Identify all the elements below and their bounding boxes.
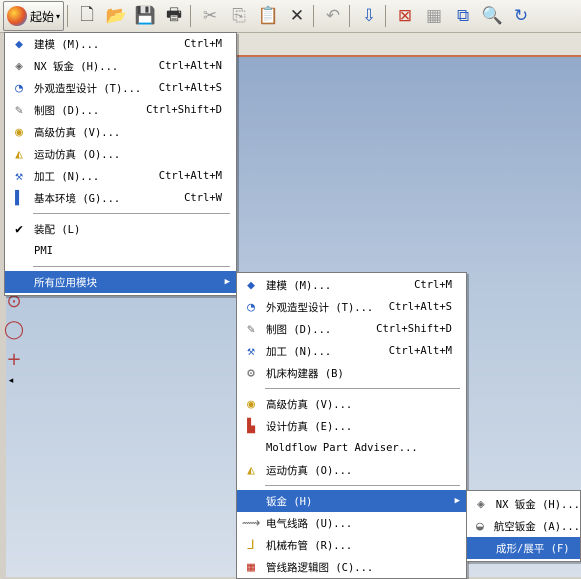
menu-item-electrical-routing[interactable]: ⟿ 电气线路 (U)... (237, 512, 466, 534)
menu-item-shape-studio[interactable]: ◔ 外观造型设计 (T)... Ctrl+Alt+S (5, 77, 236, 99)
menu-separator (265, 485, 460, 486)
menu-item-advanced-simulation[interactable]: ◉ 高级仿真 (V)... (237, 393, 466, 415)
circle-snap-icon[interactable]: ◯ (3, 318, 25, 340)
crosshair-snap-icon[interactable]: + (3, 348, 25, 370)
nx-sheetmetal-icon: ◈ (476, 496, 485, 512)
mechanical-routing-icon: ⅃ (247, 537, 255, 553)
new-file-icon[interactable]: 🗋 (74, 3, 100, 29)
start-button[interactable]: 起始 ▾ (3, 1, 65, 31)
selection-icon[interactable]: ⇩ (356, 3, 382, 29)
menu-item-nx-sheetmetal[interactable]: ◈ NX 钣金 (H)... Ctrl+Alt+N (5, 55, 236, 77)
start-menu: ◆ 建模 (M)... Ctrl+M ◈ NX 钣金 (H)... Ctrl+A… (4, 32, 237, 296)
menu-separator (33, 213, 230, 214)
copy-icon[interactable]: ⎘ (226, 3, 252, 29)
all-applications-menu: ◆ 建模 (M)... Ctrl+M ◔ 外观造型设计 (T)... Ctrl+… (236, 272, 467, 579)
print-icon[interactable]: 🖶 (161, 3, 187, 29)
chevron-down-icon: ▾ (56, 11, 61, 21)
menu-separator (265, 388, 460, 389)
rotate-icon[interactable]: ↻ (508, 3, 534, 29)
machine-tool-builder-icon: ⚙ (247, 365, 255, 381)
menu-item-modeling[interactable]: ◆ 建模 (M)... Ctrl+M (5, 33, 236, 55)
motion-simulation-icon: ◭ (15, 146, 23, 162)
menu-item-design-simulation[interactable]: ▙ 设计仿真 (E)... (237, 415, 466, 437)
drafting-icon: ✎ (247, 321, 255, 337)
menu-item-motion-simulation[interactable]: ◭ 运动仿真 (O)... (5, 143, 236, 165)
shape-studio-icon: ◔ (15, 80, 23, 96)
zoom-area-icon[interactable]: ⧉ (450, 3, 476, 29)
menu-item-moldflow[interactable]: Moldflow Part Adviser... (237, 437, 466, 459)
save-icon[interactable]: 💾 (132, 3, 158, 29)
menu-item-drafting[interactable]: ✎ 制图 (D)... Ctrl+Shift+D (237, 318, 466, 340)
undo-icon[interactable]: ↶ (320, 3, 346, 29)
start-label: 起始 (30, 9, 55, 24)
menu-item-advanced-simulation[interactable]: ◉ 高级仿真 (V)... (5, 121, 236, 143)
menu-item-mechanical-routing[interactable]: ⅃ 机械布管 (R)... (237, 534, 466, 556)
toolbar-separator (190, 5, 192, 27)
menu-item-sheetmetal[interactable]: 钣金 (H) ▶ (237, 490, 466, 512)
gateway-icon: ▌ (15, 190, 23, 206)
menu-item-manufacturing[interactable]: ⚒ 加工 (N)... Ctrl+Alt+M (5, 165, 236, 187)
menu-item-nx-sheetmetal[interactable]: ◈ NX 钣金 (H)... (467, 493, 580, 515)
menu-item-shape-studio[interactable]: ◔ 外观造型设计 (T)... Ctrl+Alt+S (237, 296, 466, 318)
delete-icon[interactable]: ✕ (284, 3, 310, 29)
shape-studio-icon: ◔ (247, 299, 255, 315)
manufacturing-icon: ⚒ (15, 168, 23, 184)
aero-sheetmetal-icon: ◒ (475, 518, 484, 534)
nx-logo-icon (7, 6, 27, 26)
snap-toolbar: ⊙ ◯ + ◂ (0, 290, 30, 390)
piping-logic-icon: ▦ (247, 559, 255, 575)
menu-item-manufacturing[interactable]: ⚒ 加工 (N)... Ctrl+Alt+M (237, 340, 466, 362)
sheetmetal-menu: ◈ NX 钣金 (H)... ◒ 航空钣金 (A)... 成形/展平 (F) (466, 490, 581, 562)
design-simulation-icon: ▙ (247, 418, 255, 434)
menu-item-formed-unformed[interactable]: 成形/展平 (F) (467, 537, 580, 559)
toolbar-separator (67, 5, 69, 27)
graphics-window-titlebar (236, 33, 581, 56)
menu-separator (33, 266, 230, 267)
nx-sheetmetal-icon: ◈ (15, 58, 23, 74)
zoom-window-icon[interactable]: ▦ (421, 3, 447, 29)
expand-arrow-icon[interactable]: ◂ (0, 370, 22, 392)
modeling-icon: ◆ (15, 36, 23, 52)
toolbar-separator (313, 5, 315, 27)
submenu-arrow-icon: ▶ (224, 277, 230, 287)
modeling-icon: ◆ (247, 277, 255, 293)
menu-item-all-applications[interactable]: 所有应用模块 ▶ (5, 271, 236, 293)
manufacturing-icon: ⚒ (247, 343, 255, 359)
fit-view-icon[interactable]: ⊠ (392, 3, 418, 29)
menu-item-modeling[interactable]: ◆ 建模 (M)... Ctrl+M (237, 274, 466, 296)
paste-icon[interactable]: 📋 (255, 3, 281, 29)
graphics-window-border (236, 55, 581, 57)
check-icon: ✔ (15, 221, 23, 237)
advanced-simulation-icon: ◉ (247, 396, 255, 412)
menu-item-assemblies[interactable]: ✔ 装配 (L) (5, 218, 236, 240)
menu-item-gateway[interactable]: ▌ 基本环境 (G)... Ctrl+W (5, 187, 236, 209)
menu-item-aero-sheetmetal[interactable]: ◒ 航空钣金 (A)... (467, 515, 580, 537)
menu-item-machine-tool-builder[interactable]: ⚙ 机床构建器 (B) (237, 362, 466, 384)
menu-item-motion-simulation[interactable]: ◭ 运动仿真 (O)... (237, 459, 466, 481)
menu-item-drafting[interactable]: ✎ 制图 (D)... Ctrl+Shift+D (5, 99, 236, 121)
menu-item-piping-logic[interactable]: ▦ 管线路逻辑图 (C)... (237, 556, 466, 578)
zoom-icon[interactable]: 🔍 (479, 3, 505, 29)
toolbar-separator (385, 5, 387, 27)
toolbar-separator (349, 5, 351, 27)
submenu-arrow-icon: ▶ (454, 496, 460, 506)
menu-item-pmi[interactable]: PMI (5, 240, 236, 262)
motion-simulation-icon: ◭ (247, 462, 255, 478)
cut-icon[interactable]: ✂ (197, 3, 223, 29)
drafting-icon: ✎ (15, 102, 23, 118)
open-folder-icon[interactable]: 📂 (103, 3, 129, 29)
electrical-routing-icon: ⟿ (241, 515, 261, 531)
advanced-simulation-icon: ◉ (15, 124, 23, 140)
main-toolbar: 起始 ▾ 🗋 📂 💾 🖶 ✂ ⎘ 📋 ✕ ↶ ⇩ ⊠ ▦ ⧉ 🔍 ↻ (0, 0, 581, 33)
